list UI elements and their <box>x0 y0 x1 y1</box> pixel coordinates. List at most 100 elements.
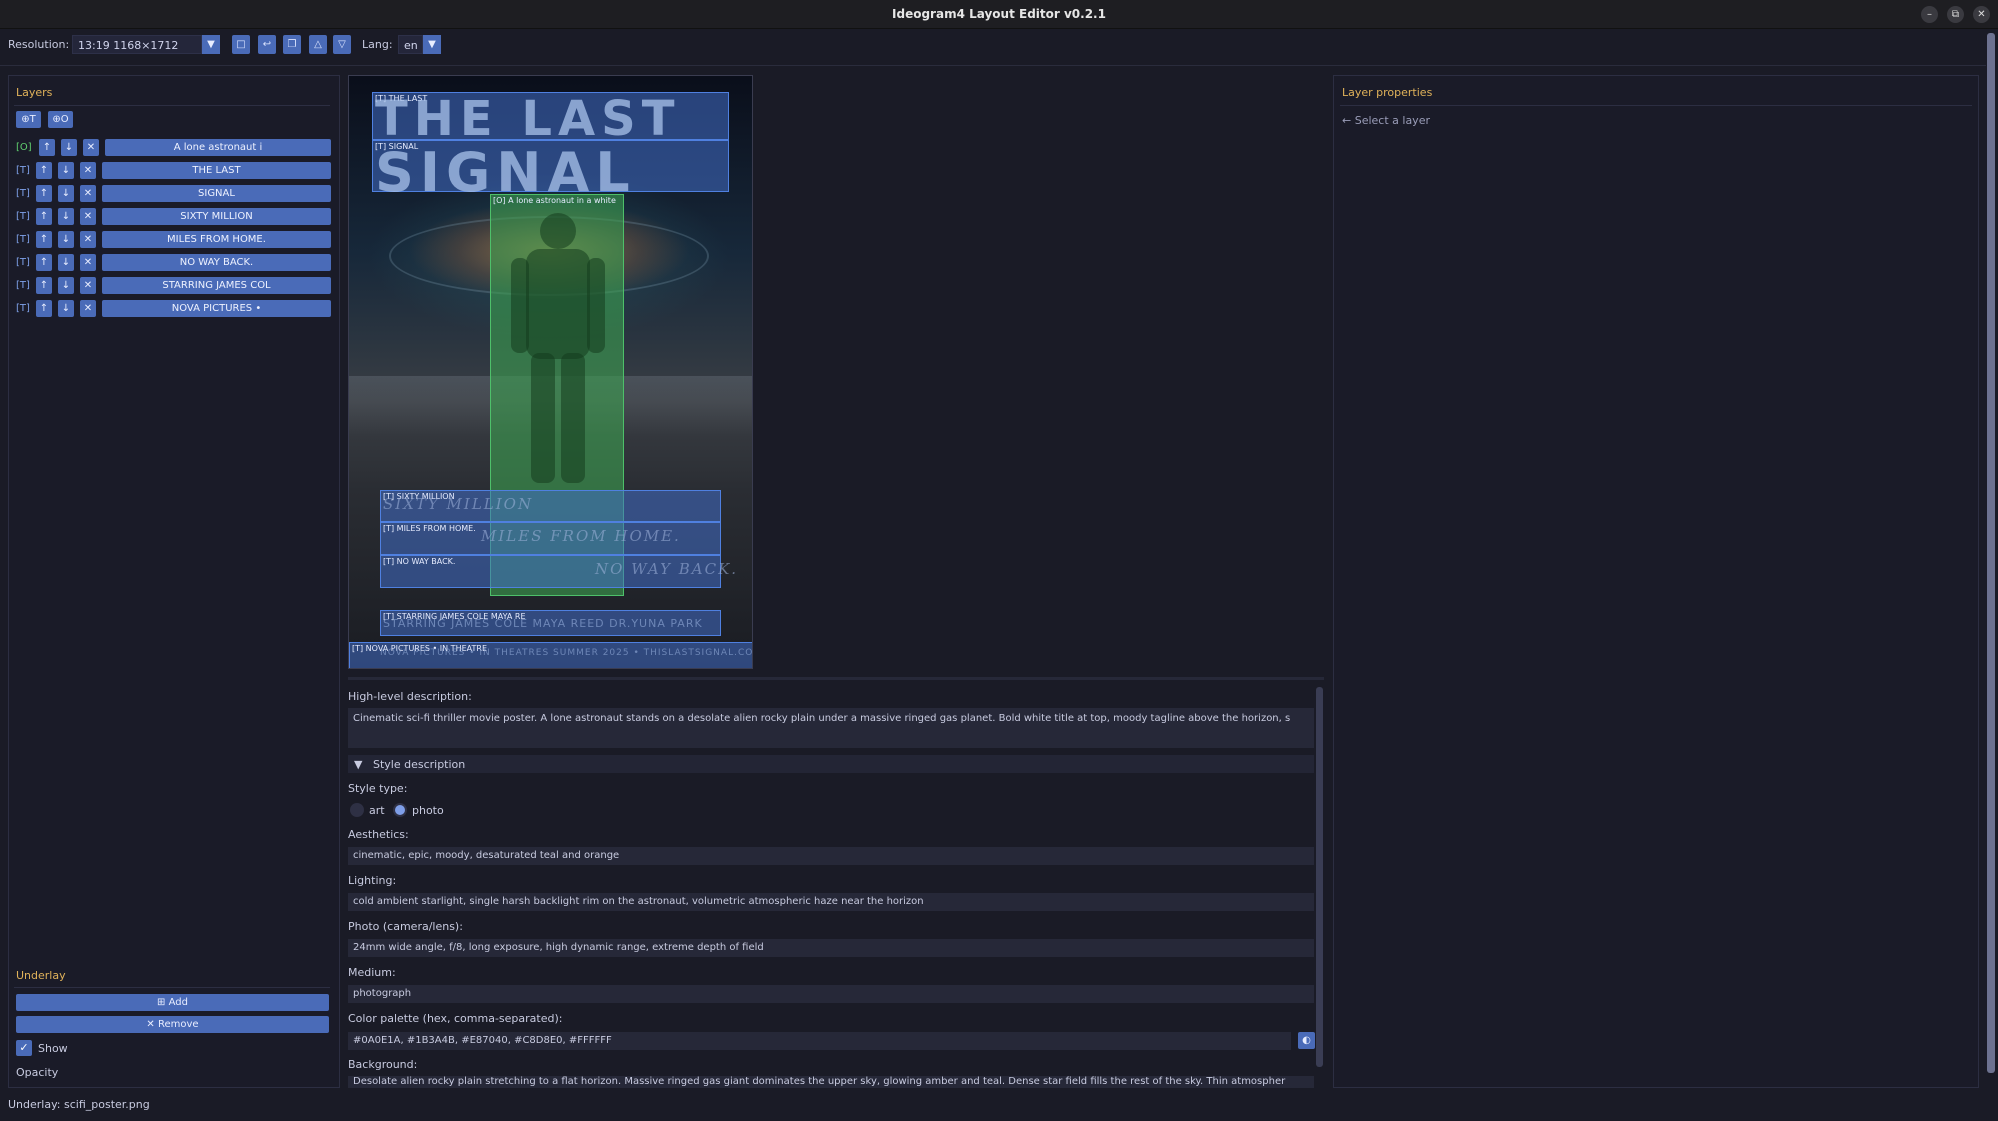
layer-name-button[interactable]: SIXTY MILLION <box>102 208 331 225</box>
aesthetics-input[interactable]: cinematic, epic, moody, desaturated teal… <box>348 847 1314 865</box>
move-up-icon[interactable]: ↑ <box>36 254 52 271</box>
layer-box-credits[interactable]: [T] STARRING JAMES COLE MAYA RE STARRING… <box>380 610 721 636</box>
maximize-icon[interactable]: ⧉ <box>1947 6 1964 23</box>
move-down-icon[interactable]: ↓ <box>58 231 74 248</box>
delete-layer-icon[interactable]: ✕ <box>83 139 99 156</box>
layer-box-tagline2[interactable]: [T] MILES FROM HOME. MILES FROM HOME. <box>380 522 721 555</box>
layer-name-button[interactable]: NOVA PICTURES • <box>102 300 331 317</box>
toolbar: Resolution: 13:19 1168×1712 ▼ □ ↩ ❐ △ ▽ … <box>0 30 1986 66</box>
poster-canvas[interactable]: [T] THE LAST THE LAST [T] SIGNAL SIGNAL … <box>348 75 753 669</box>
minimize-icon[interactable]: – <box>1921 6 1938 23</box>
layer-type-tag: [T] <box>16 234 30 245</box>
lighting-label: Lighting: <box>348 874 397 887</box>
move-up-icon[interactable]: ↑ <box>36 231 52 248</box>
layer-row[interactable]: [T] ↑ ↓ ✕ SIGNAL <box>14 185 331 203</box>
layer-name-button[interactable]: A lone astronaut i <box>105 139 331 156</box>
background-input[interactable]: Desolate alien rocky plain stretching to… <box>348 1076 1314 1088</box>
layer-name-button[interactable]: SIGNAL <box>102 185 331 202</box>
layer-type-tag: [T] <box>16 280 30 291</box>
style-photo-radio[interactable] <box>393 803 407 817</box>
move-up-icon[interactable]: ↑ <box>36 162 52 179</box>
resolution-dropdown-icon[interactable]: ▼ <box>202 35 220 54</box>
layer-box-title-line1[interactable]: [T] THE LAST THE LAST <box>372 91 729 147</box>
tool-duplicate-icon[interactable]: ❐ <box>283 35 301 54</box>
medium-input[interactable]: photograph <box>348 985 1314 1003</box>
layer-row[interactable]: [T] ↑ ↓ ✕ NO WAY BACK. <box>14 254 331 272</box>
move-down-icon[interactable]: ↓ <box>58 277 74 294</box>
move-down-icon[interactable]: ↓ <box>58 185 74 202</box>
style-type-label: Style type: <box>348 782 408 795</box>
move-up-icon[interactable]: ↑ <box>36 185 52 202</box>
move-down-icon[interactable]: ↓ <box>61 139 77 156</box>
photo-input[interactable]: 24mm wide angle, f/8, long exposure, hig… <box>348 939 1314 957</box>
close-icon[interactable]: ✕ <box>1973 6 1990 23</box>
lighting-input[interactable]: cold ambient starlight, single harsh bac… <box>348 893 1314 911</box>
tool-undo-icon[interactable]: ↩ <box>258 35 276 54</box>
layer-name-button[interactable]: MILES FROM HOME. <box>102 231 331 248</box>
layer-type-tag: [T] <box>16 303 30 314</box>
add-object-layer-button[interactable]: ⊕O <box>48 111 73 128</box>
high-level-description-input[interactable]: Cinematic sci-fi thriller movie poster. … <box>348 708 1314 748</box>
layer-box-title-line2[interactable]: [T] SIGNAL SIGNAL <box>372 140 729 204</box>
layer-row[interactable]: [T] ↑ ↓ ✕ STARRING JAMES COL <box>14 277 331 295</box>
poster-tagline3: NO WAY BACK. <box>595 560 739 578</box>
style-description-toggle[interactable]: ▼ Style description <box>348 755 1314 773</box>
layer-row[interactable]: [O] ↑ ↓ ✕ A lone astronaut i <box>14 139 331 157</box>
layer-type-tag: [T] <box>16 257 30 268</box>
layer-row[interactable]: [T] ↑ ↓ ✕ NOVA PICTURES • <box>14 300 331 318</box>
show-underlay-checkbox[interactable]: ✓ <box>16 1040 32 1056</box>
window-title: Ideogram4 Layout Editor v0.2.1 <box>892 7 1106 21</box>
style-art-radio[interactable] <box>350 803 364 817</box>
layer-box-footer[interactable]: [T] NOVA PICTURES • IN THEATRE NOVA PICT… <box>349 642 752 668</box>
delete-layer-icon[interactable]: ✕ <box>80 254 96 271</box>
layer-box-tagline3[interactable]: [T] NO WAY BACK. NO WAY BACK. <box>380 555 736 588</box>
canvas-form-splitter[interactable] <box>348 677 1324 680</box>
lang-select[interactable]: en <box>398 35 423 54</box>
layer-type-tag: [T] <box>16 165 30 176</box>
delete-layer-icon[interactable]: ✕ <box>80 300 96 317</box>
delete-layer-icon[interactable]: ✕ <box>80 277 96 294</box>
style-description-label: Style description <box>372 758 466 771</box>
move-down-icon[interactable]: ↓ <box>58 162 74 179</box>
palette-label: Color palette (hex, comma-separated): <box>348 1012 563 1025</box>
color-picker-icon[interactable]: ◐ <box>1298 1032 1315 1049</box>
underlay-add-button[interactable]: ⊞ Add <box>16 994 329 1011</box>
collapse-triangle-icon: ▼ <box>354 758 363 771</box>
title-bar: Ideogram4 Layout Editor v0.2.1 – ⧉ ✕ <box>0 0 1998 29</box>
layer-name-button[interactable]: NO WAY BACK. <box>102 254 331 271</box>
resolution-select[interactable]: 13:19 1168×1712 <box>72 35 202 54</box>
delete-layer-icon[interactable]: ✕ <box>80 231 96 248</box>
status-bar: Underlay: scifi_poster.png <box>0 1088 1998 1121</box>
add-text-layer-button[interactable]: ⊕T <box>16 111 41 128</box>
window-scrollbar[interactable] <box>1987 33 1995 1073</box>
form-scrollbar[interactable] <box>1316 687 1323 1067</box>
layer-row[interactable]: [T] ↑ ↓ ✕ MILES FROM HOME. <box>14 231 331 249</box>
tool-down-icon[interactable]: ▽ <box>333 35 351 54</box>
layers-divider <box>14 105 330 106</box>
move-down-icon[interactable]: ↓ <box>58 300 74 317</box>
move-up-icon[interactable]: ↑ <box>36 277 52 294</box>
delete-layer-icon[interactable]: ✕ <box>80 208 96 225</box>
move-up-icon[interactable]: ↑ <box>36 300 52 317</box>
layer-name-button[interactable]: STARRING JAMES COL <box>102 277 331 294</box>
layers-title: Layers <box>16 86 53 99</box>
tool-rect-icon[interactable]: □ <box>232 35 250 54</box>
delete-layer-icon[interactable]: ✕ <box>80 162 96 179</box>
tool-up-icon[interactable]: △ <box>309 35 327 54</box>
move-down-icon[interactable]: ↓ <box>58 254 74 271</box>
delete-layer-icon[interactable]: ✕ <box>80 185 96 202</box>
layer-row[interactable]: [T] ↑ ↓ ✕ THE LAST <box>14 162 331 180</box>
lang-dropdown-icon[interactable]: ▼ <box>423 35 441 54</box>
poster-tagline1: SIXTY MILLION <box>383 495 534 513</box>
move-down-icon[interactable]: ↓ <box>58 208 74 225</box>
palette-input[interactable]: #0A0E1A, #1B3A4B, #E87040, #C8D8E0, #FFF… <box>348 1032 1291 1050</box>
aesthetics-label: Aesthetics: <box>348 828 409 841</box>
layer-box-tagline1[interactable]: [T] SIXTY MILLION SIXTY MILLION <box>380 490 721 522</box>
layer-name-button[interactable]: THE LAST <box>102 162 331 179</box>
properties-divider <box>1340 105 1972 106</box>
layer-row[interactable]: [T] ↑ ↓ ✕ SIXTY MILLION <box>14 208 331 226</box>
move-up-icon[interactable]: ↑ <box>39 139 55 156</box>
underlay-remove-button[interactable]: ✕ Remove <box>16 1016 329 1033</box>
layer-box-label: [T] NO WAY BACK. <box>383 557 456 566</box>
move-up-icon[interactable]: ↑ <box>36 208 52 225</box>
